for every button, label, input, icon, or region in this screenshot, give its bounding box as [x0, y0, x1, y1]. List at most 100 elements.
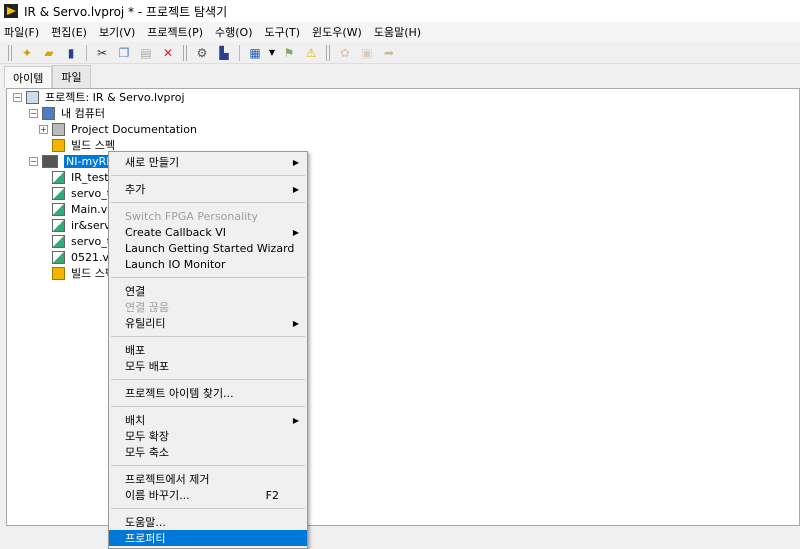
menu-project[interactable]: 프로젝트(P)	[147, 24, 203, 40]
export-icon[interactable]: ➦	[380, 45, 398, 61]
submenu-arrow-icon: ▶	[292, 227, 299, 237]
separator	[111, 175, 305, 176]
menu-item-deploy-all[interactable]: 모두 배포	[109, 358, 307, 374]
tree-label: 0521.vi	[71, 250, 113, 264]
menu-item-launch-wizard[interactable]: Launch Getting Started Wizard	[109, 240, 307, 256]
submenu-arrow-icon: ▶	[292, 157, 299, 167]
folder-icon	[52, 122, 65, 136]
menu-file[interactable]: 파일(F)	[4, 24, 39, 40]
tree-item-project[interactable]: − 프로젝트: IR & Servo.lvproj	[13, 89, 185, 105]
tree-label: 내 컴퓨터	[61, 107, 105, 120]
separator	[111, 406, 305, 407]
label: 배포	[125, 344, 146, 357]
dropdown-arrow-icon[interactable]: ▼	[268, 45, 276, 61]
vi-icon	[52, 186, 65, 200]
menu-item-create-callback[interactable]: Create Callback VI ▶	[109, 224, 307, 240]
menu-help[interactable]: 도움말(H)	[374, 24, 421, 40]
tree-item-project-documentation[interactable]: + Project Documentation	[39, 121, 197, 137]
tree-item-vi[interactable]: 0521.vi	[52, 249, 112, 265]
tree-item-build-spec[interactable]: 빌드 스펙	[52, 265, 115, 281]
vi-icon	[52, 170, 65, 184]
vi-icon	[52, 250, 65, 264]
menu-operate[interactable]: 수행(O)	[215, 24, 252, 40]
group-icon[interactable]: ✿	[336, 45, 354, 61]
expand-icon[interactable]: +	[39, 124, 48, 134]
menu-item-add[interactable]: 추가 ▶	[109, 181, 307, 197]
context-menu: 새로 만들기 ▶ 추가 ▶ Switch FPGA Personality Crea…	[108, 151, 308, 549]
label: Launch IO Monitor	[125, 257, 226, 271]
menu-bar: 파일(F) 편집(E) 보기(V) 프로젝트(P) 수행(O) 도구(T) 윈도…	[0, 22, 800, 42]
menu-item-utility[interactable]: 유틸리티 ▶	[109, 315, 307, 331]
menu-item-remove[interactable]: 프로젝트에서 제거	[109, 471, 307, 487]
vi-icon	[52, 218, 65, 232]
cut-icon[interactable]: ✂	[93, 45, 111, 61]
menu-item-collapse-all[interactable]: 모두 축소	[109, 444, 307, 460]
window-title: IR & Servo.lvproj * - 프로젝트 탐색기	[24, 4, 228, 19]
label: 추가	[125, 183, 146, 196]
view-icon[interactable]: ▦	[246, 45, 264, 61]
menu-edit[interactable]: 편집(E)	[51, 24, 87, 40]
menu-view[interactable]: 보기(V)	[99, 24, 135, 40]
label: 연결 끊음	[125, 301, 169, 314]
separator	[111, 277, 305, 278]
tree-item-build-spec[interactable]: 빌드 스펙	[52, 137, 115, 153]
new-icon[interactable]: ✦	[18, 45, 36, 61]
label: 연결	[125, 285, 146, 298]
menu-item-launch-io-monitor[interactable]: Launch IO Monitor	[109, 256, 307, 272]
package-icon[interactable]: ▣	[358, 45, 376, 61]
save-all-icon[interactable]: ▮	[62, 45, 80, 61]
collapse-icon[interactable]: −	[29, 108, 38, 118]
label: 도움말...	[125, 516, 166, 529]
label: 배치	[125, 414, 146, 427]
toolbar: ✦ ▰ ▮ ✂ ❐ ▤ ✕ ⚙ ▙ ▦ ▼ ⚑ ⚠ ✿ ▣ ➦	[0, 42, 800, 64]
save-build-icon[interactable]: ▙	[215, 45, 233, 61]
menu-item-properties[interactable]: 프로퍼티	[109, 530, 307, 546]
delete-icon[interactable]: ✕	[159, 45, 177, 61]
tree-label: Main.vi	[71, 202, 111, 216]
menu-item-arrange[interactable]: 배치 ▶	[109, 412, 307, 428]
computer-icon	[42, 106, 55, 120]
tree-item-vi[interactable]: Main.vi	[52, 201, 110, 217]
build-spec-icon	[52, 138, 65, 152]
collapse-icon[interactable]: −	[13, 92, 22, 102]
separator	[111, 336, 305, 337]
copy-icon[interactable]: ❐	[115, 45, 133, 61]
menu-item-connect[interactable]: 연결	[109, 283, 307, 299]
label: 유틸리티	[125, 317, 166, 330]
label: Launch Getting Started Wizard	[125, 241, 295, 255]
menu-item-new[interactable]: 새로 만들기 ▶	[109, 154, 307, 170]
paste-icon[interactable]: ▤	[137, 45, 155, 61]
separator	[111, 379, 305, 380]
tree-item-my-computer[interactable]: − 내 컴퓨터	[29, 105, 105, 121]
menu-item-find-items[interactable]: 프로젝트 아이템 찾기...	[109, 385, 307, 401]
label: 모두 축소	[125, 446, 169, 459]
menu-tools[interactable]: 도구(T)	[264, 24, 300, 40]
label: 모두 배포	[125, 360, 169, 373]
tree-label: Project Documentation	[71, 122, 197, 136]
shortcut: F2	[265, 488, 279, 502]
open-folder-icon[interactable]: ▰	[40, 45, 58, 61]
toolbar-grip[interactable]	[8, 44, 12, 61]
vi-icon	[52, 202, 65, 216]
build-icon[interactable]: ⚙	[193, 45, 211, 61]
tree-label: 프로젝트: IR & Servo.lvproj	[45, 91, 185, 104]
tab-items[interactable]: 아이템	[4, 66, 53, 88]
menu-item-disconnect: 연결 끊음	[109, 299, 307, 315]
submenu-arrow-icon: ▶	[292, 184, 299, 194]
collapse-icon[interactable]: −	[29, 156, 38, 166]
label: Create Callback VI	[125, 225, 226, 239]
label: 이름 바꾸기...	[125, 489, 190, 502]
submenu-arrow-icon: ▶	[292, 318, 299, 328]
separator	[111, 465, 305, 466]
menu-item-help[interactable]: 도움말...	[109, 514, 307, 530]
separator	[111, 202, 305, 203]
menu-window[interactable]: 윈도우(W)	[312, 24, 362, 40]
menu-item-rename[interactable]: 이름 바꾸기... F2	[109, 487, 307, 503]
menu-item-expand-all[interactable]: 모두 확장	[109, 428, 307, 444]
deploy-icon[interactable]: ⚑	[280, 45, 298, 61]
labview-logo-icon	[4, 4, 18, 18]
label: 프로퍼티	[125, 532, 166, 545]
tab-files[interactable]: 파일	[52, 65, 91, 88]
menu-item-deploy[interactable]: 배포	[109, 342, 307, 358]
warning-icon[interactable]: ⚠	[302, 45, 320, 61]
